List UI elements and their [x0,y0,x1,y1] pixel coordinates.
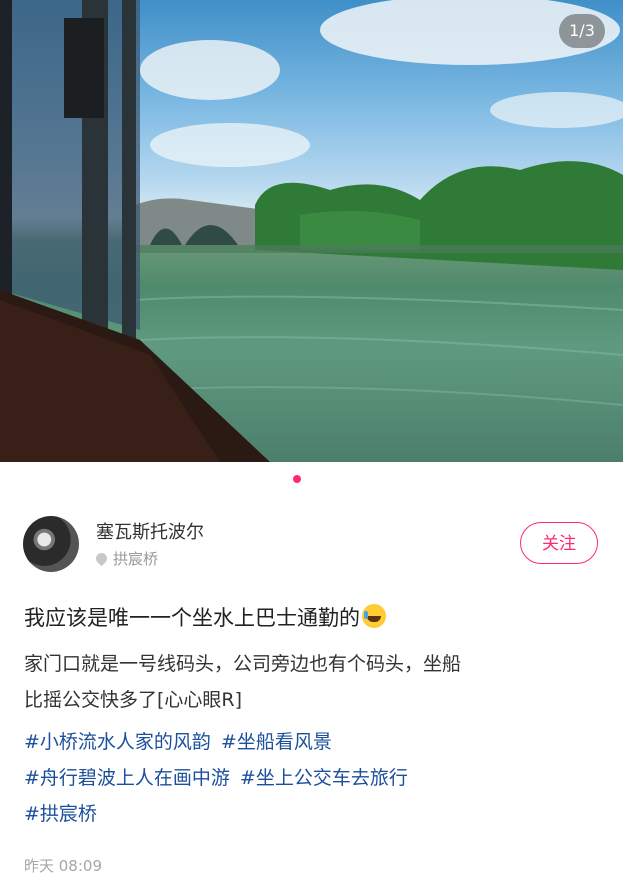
post-timestamp: 昨天 08:09 [24,857,102,875]
hashtag-link[interactable]: #小桥流水人家的风韵 [24,731,211,753]
post-title-text: 我应该是唯一一个坐水上巴士通勤的 [24,606,360,630]
post-photo[interactable]: 1/3 [0,0,623,462]
hashtag-link[interactable]: #舟行碧波上人在画中游 [24,767,230,789]
image-counter: 1/3 [559,14,605,48]
pagination-dots [0,462,623,496]
hashtag-link[interactable]: #拱宸桥 [24,803,97,825]
location[interactable]: 拱宸桥 [93,548,159,569]
avatar[interactable] [23,516,79,572]
hashtag-link[interactable]: #坐上公交车去旅行 [240,767,408,789]
hashtags: #小桥流水人家的风韵 #坐船看风景 #舟行碧波上人在画中游 #坐上公交车去旅行 #拱… [24,724,604,832]
location-label: 拱宸桥 [113,550,159,568]
follow-button[interactable]: 关注 [520,522,598,564]
pagination-dot-active [293,475,301,483]
post-body: 家门口就是一号线码头，公司旁边也有个码头，坐船 比摇公交快多了[心心眼R] [24,646,602,718]
author-name[interactable]: 塞瓦斯托波尔 [96,518,204,544]
laughing-tears-emoji-icon [362,604,386,628]
photo-scene [0,0,623,462]
hashtag-link[interactable]: #坐船看风景 [221,731,332,753]
post-body-line: 家门口就是一号线码头，公司旁边也有个码头，坐船 [24,653,462,675]
location-pin-icon [93,550,110,567]
post-body-line: 比摇公交快多了[心心眼R] [24,689,243,711]
post-title: 我应该是唯一一个坐水上巴士通勤的 [24,602,386,632]
